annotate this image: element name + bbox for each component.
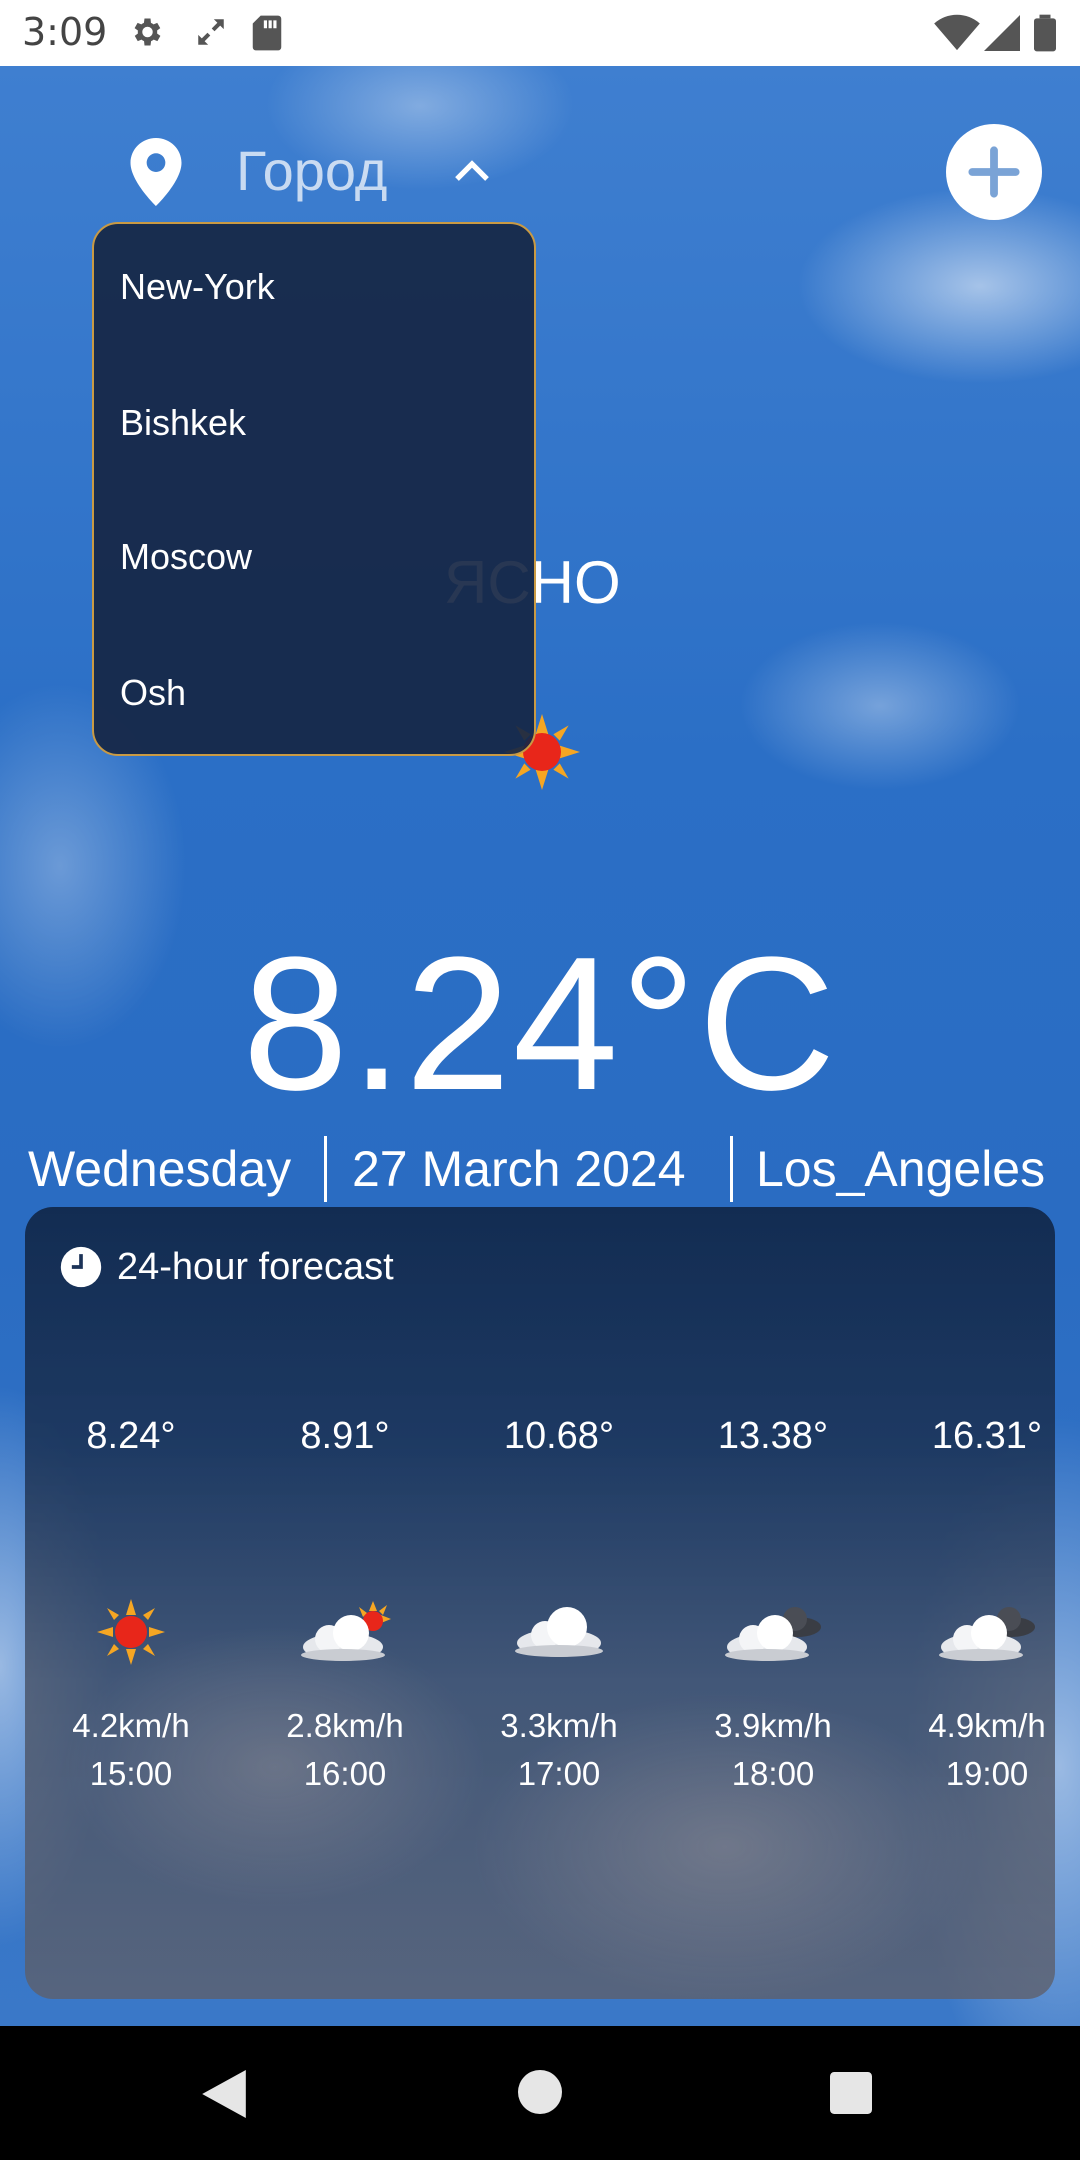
wifi-icon bbox=[934, 14, 980, 51]
clock-icon bbox=[60, 1246, 102, 1288]
hour-temp: 8.24° bbox=[86, 1415, 176, 1457]
add-icon bbox=[968, 146, 1020, 198]
hour-time: 19:00 bbox=[945, 1755, 1029, 1792]
dropdown-option-moscow[interactable]: Moscow bbox=[120, 536, 252, 578]
status-time: 3:09 bbox=[22, 10, 108, 54]
hour-temp: 10.68° bbox=[503, 1415, 615, 1457]
battery-icon bbox=[1034, 14, 1056, 52]
date: 27 March 2024 bbox=[352, 1141, 686, 1197]
cloud-sun-icon bbox=[301, 1601, 391, 1661]
hour-time: 15:00 bbox=[89, 1755, 173, 1792]
divider bbox=[730, 1136, 733, 1202]
hour-time: 18:00 bbox=[731, 1755, 815, 1792]
navigation-bar bbox=[0, 2026, 1080, 2160]
hour-wind: 2.8km/h bbox=[286, 1707, 404, 1744]
hour-temp: 8.91° bbox=[300, 1415, 390, 1457]
cloud-dark-icon bbox=[939, 1607, 1035, 1661]
location-pin-icon[interactable] bbox=[130, 138, 182, 206]
location-name: Los_Angeles bbox=[756, 1141, 1046, 1197]
forecast-card: 24-hour forecast 8.24° 4.2km/h 15:00 8.9… bbox=[25, 1207, 1055, 1999]
sun-icon bbox=[97, 1599, 165, 1665]
hour-wind: 3.9km/h bbox=[714, 1707, 832, 1744]
hour-wind: 4.9km/h bbox=[928, 1707, 1046, 1744]
back-icon[interactable] bbox=[202, 2070, 246, 2118]
resize-icon bbox=[198, 19, 224, 45]
settings-icon bbox=[134, 18, 161, 46]
hour-wind: 3.3km/h bbox=[500, 1707, 618, 1744]
divider bbox=[324, 1136, 327, 1202]
chevron-up-icon[interactable] bbox=[454, 158, 490, 182]
sd-card-icon bbox=[252, 15, 282, 51]
hour-wind: 4.2km/h bbox=[72, 1707, 190, 1744]
cloud-dark-icon bbox=[725, 1607, 821, 1661]
city-dropdown: New-York Bishkek Moscow Osh bbox=[92, 222, 536, 756]
city-select[interactable]: Город bbox=[236, 138, 387, 203]
add-city-button[interactable] bbox=[946, 124, 1042, 220]
home-icon[interactable] bbox=[518, 2070, 562, 2114]
recents-icon[interactable] bbox=[830, 2072, 872, 2114]
cloud-icon bbox=[515, 1607, 603, 1657]
hour-time: 17:00 bbox=[517, 1755, 601, 1792]
date-location-row: Wednesday 27 March 2024 Los_Angeles bbox=[0, 1136, 1080, 1206]
forecast-title: 24-hour forecast bbox=[117, 1245, 394, 1288]
hour-temp: 16.31° bbox=[931, 1415, 1043, 1457]
signal-icon bbox=[984, 15, 1020, 51]
weekday: Wednesday bbox=[28, 1141, 292, 1197]
forecast-header: 24-hour forecast bbox=[59, 1245, 394, 1289]
status-bar: 3:09 bbox=[0, 0, 1080, 66]
dropdown-option-new-york[interactable]: New-York bbox=[120, 266, 275, 308]
dropdown-option-osh[interactable]: Osh bbox=[120, 672, 186, 714]
current-temperature: 8.24°C bbox=[242, 918, 838, 1130]
hour-temp: 13.38° bbox=[717, 1415, 829, 1457]
dropdown-option-bishkek[interactable]: Bishkek bbox=[120, 402, 246, 444]
hour-time: 16:00 bbox=[303, 1755, 387, 1792]
